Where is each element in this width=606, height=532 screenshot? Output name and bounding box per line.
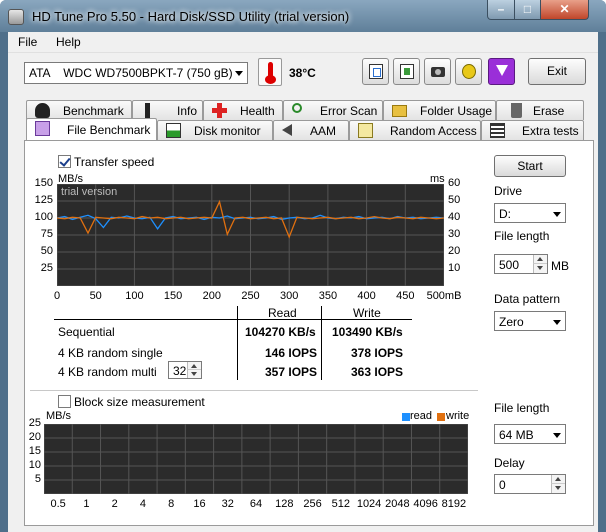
chart1-ytick-left: 50	[40, 245, 53, 257]
delay-value: 0	[499, 478, 506, 492]
chart2-ytick: 20	[28, 431, 41, 443]
row-sequential-read: 104270 KB/s	[245, 325, 316, 339]
results-col-divider-1	[237, 306, 238, 380]
start-button[interactable]: Start	[494, 155, 566, 177]
spin-down-icon[interactable]	[533, 264, 547, 273]
row-sequential-label: Sequential	[58, 325, 115, 339]
delay-label: Delay	[494, 456, 525, 470]
file-length2-value: 64 MB	[499, 428, 534, 442]
spin-up-icon[interactable]	[551, 475, 565, 484]
spin-up-icon[interactable]	[187, 362, 201, 370]
row-4k-multi-read: 357 IOPS	[265, 365, 318, 379]
spin-up-icon[interactable]	[533, 255, 547, 264]
chart1-ytick-left: 75	[40, 228, 53, 240]
chart1-xtick: 500mB	[426, 290, 462, 302]
chart2-xtick: 0.5	[50, 498, 66, 510]
spin-down-icon[interactable]	[187, 370, 201, 378]
chart2-xtick: 2	[111, 498, 118, 510]
chart2-xtick: 1	[83, 498, 90, 510]
file-length2-combo[interactable]: 64 MB	[494, 424, 566, 444]
file-length-value: 500	[499, 258, 520, 272]
file-length2-label: File length	[494, 401, 550, 415]
col-read-header: Read	[268, 306, 297, 320]
row-4k-single-read: 146 IOPS	[265, 346, 318, 360]
chart1-ytick-right: 20	[448, 245, 461, 257]
block-size-chart	[44, 424, 468, 494]
panel-content: Transfer speed Start Drive D: File lengt…	[0, 0, 606, 532]
trial-watermark: trial version	[61, 186, 118, 198]
legend-read-swatch	[402, 413, 410, 421]
file-length-spinner[interactable]: 500	[494, 254, 548, 274]
chart1-xtick: 250	[241, 290, 260, 302]
chart1-xtick: 50	[89, 290, 102, 302]
queue-depth-value: 32	[173, 364, 187, 378]
chart2-xtick: 256	[303, 498, 322, 510]
chart1-xtick: 400	[357, 290, 376, 302]
legend-write-swatch	[437, 413, 445, 421]
transfer-speed-label: Transfer speed	[74, 155, 155, 169]
chart2-xtick: 512	[331, 498, 350, 510]
chart2-xtick: 16	[193, 498, 206, 510]
block-size-label: Block size measurement	[74, 395, 205, 409]
results-col-divider-2	[321, 306, 322, 380]
chart1-ytick-right: 50	[448, 194, 461, 206]
chart1-ytick-right: 10	[448, 262, 461, 274]
chart2-xtick: 2048	[385, 498, 410, 510]
chart1-ytick-right: 40	[448, 211, 461, 223]
row-sequential-write: 103490 KB/s	[332, 325, 403, 339]
legend-read-label: read	[410, 410, 433, 422]
chart1-xtick: 0	[53, 290, 61, 302]
chart2-ylabel: MB/s	[46, 410, 72, 422]
chart2-ytick: 10	[28, 459, 41, 471]
chart2-xtick: 8192	[441, 498, 467, 510]
drive-combo[interactable]: D:	[494, 203, 566, 223]
chevron-down-icon	[553, 433, 561, 438]
chart2-xtick: 1024	[356, 498, 382, 510]
chart2-ytick: 25	[28, 417, 41, 429]
transfer-speed-chart	[57, 184, 444, 286]
chart1-xtick: 100	[125, 290, 144, 302]
chart1-ytick-left: 25	[40, 262, 53, 274]
chart1-ytick-right: 30	[448, 228, 461, 240]
chart1-xtick: 150	[163, 290, 183, 302]
delay-spinner[interactable]: 0	[494, 474, 566, 494]
app-window: HD Tune Pro 5.50 - Hard Disk/SSD Utility…	[0, 0, 606, 532]
col-write-header: Write	[353, 306, 381, 320]
legend-write-label: write	[446, 410, 470, 422]
chart2-xtick: 4	[139, 498, 146, 510]
chart1-ytick-left: 100	[34, 211, 53, 223]
block-size-checkbox[interactable]	[58, 395, 71, 408]
chevron-down-icon	[553, 320, 561, 325]
section-separator	[30, 390, 478, 391]
chart2-xtick: 4096	[413, 498, 438, 510]
drive-combo-value: D:	[499, 207, 511, 221]
data-pattern-combo[interactable]: Zero	[494, 311, 566, 331]
row-4k-multi-label: 4 KB random multi	[58, 365, 157, 379]
transfer-speed-checkbox[interactable]	[58, 155, 71, 168]
queue-depth-spinner[interactable]: 32	[168, 361, 202, 379]
chart1-xtick: 200	[202, 290, 221, 302]
chevron-down-icon	[553, 212, 561, 217]
chart1-ytick-right: 60	[448, 177, 461, 189]
chart1-ytick-left: 125	[34, 194, 53, 206]
row-4k-multi-write: 363 IOPS	[351, 365, 404, 379]
spin-down-icon[interactable]	[551, 484, 565, 493]
row-4k-single-label: 4 KB random single	[58, 346, 163, 360]
file-length-unit: MB	[551, 259, 569, 273]
chart2-xtick: 64	[249, 498, 263, 510]
drive-label: Drive	[494, 184, 523, 198]
data-pattern-label: Data pattern	[494, 292, 561, 306]
chart1-xtick: 350	[318, 290, 338, 302]
chart1-ytick-left: 150	[34, 177, 53, 189]
chart1-xtick: 300	[280, 290, 299, 302]
chart1-xtick: 450	[396, 290, 415, 302]
data-pattern-value: Zero	[499, 315, 524, 329]
chart2-xtick: 32	[221, 498, 234, 510]
chart2-xtick: 8	[168, 498, 175, 510]
row-4k-single-write: 378 IOPS	[351, 346, 404, 360]
chart2-ytick: 5	[34, 473, 41, 485]
chart2-ytick: 15	[28, 445, 41, 457]
file-length-label: File length	[494, 229, 550, 243]
chart2-xtick: 128	[275, 498, 294, 510]
